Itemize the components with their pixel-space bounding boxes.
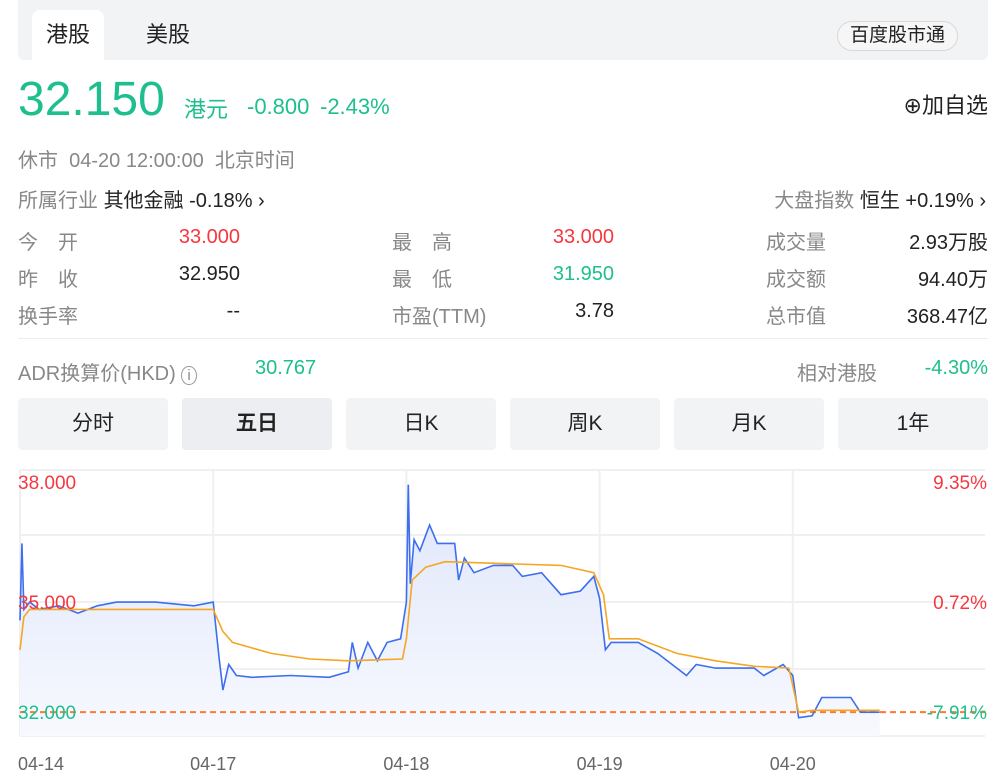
y-axis-label-right: 9.35% xyxy=(933,473,987,494)
x-axis-label: 04-19 xyxy=(577,754,623,774)
y-axis-label-left: 35.000 xyxy=(18,593,76,614)
period-button[interactable]: 分时 xyxy=(18,398,168,450)
price-change-pct: -2.43% xyxy=(320,94,390,120)
index-link[interactable]: 大盘指数 恒生 +0.19% › xyxy=(774,184,986,213)
tab-hk-stock[interactable]: 港股 xyxy=(32,10,104,60)
stat-label: 最 低 xyxy=(392,263,452,292)
relative-label: 相对港股 xyxy=(797,357,877,386)
five-day-chart[interactable]: 38.000 35.000 32.000 9.35% 0.72% -7.91% 04-14 0… xyxy=(0,460,1000,780)
current-price: 32.150 xyxy=(18,72,165,127)
period-button[interactable]: 月K xyxy=(674,398,824,450)
period-button[interactable]: 周K xyxy=(510,398,660,450)
industry-link[interactable]: 所属行业 其他金融 -0.18% › xyxy=(18,184,265,213)
price-change: -0.800 xyxy=(247,94,309,120)
period-button[interactable]: 五日 xyxy=(182,398,332,450)
stat-value: 33.000 xyxy=(553,226,614,249)
x-axis-label: 04-14 xyxy=(18,754,64,774)
info-icon: i xyxy=(181,366,196,385)
stat-value: 32.950 xyxy=(179,263,240,286)
y-axis-label-right: 0.72% xyxy=(933,593,987,614)
y-axis-label-right: -7.91% xyxy=(927,703,987,724)
stat-value: -- xyxy=(227,300,240,323)
stat-label: 市盈(TTM) xyxy=(392,300,486,329)
stat-value: 2.93万股 xyxy=(909,226,988,255)
stat-value: 368.47亿 xyxy=(907,300,988,329)
baidu-stock-button[interactable]: 百度股市通 xyxy=(837,21,958,51)
stat-label: 成交量 xyxy=(766,226,826,255)
price-area xyxy=(20,485,880,736)
stat-label: 成交额 xyxy=(766,263,826,292)
market-tabs: 港股 美股 百度股市通 xyxy=(18,0,988,60)
x-axis-label: 04-17 xyxy=(190,754,236,774)
plus-circle-icon: ⊕ xyxy=(904,93,922,118)
stat-value: 31.950 xyxy=(553,263,614,286)
y-axis-label-left: 38.000 xyxy=(18,473,76,494)
stat-label: 昨 收 xyxy=(18,263,78,292)
stat-label: 换手率 xyxy=(18,300,78,329)
stat-value: 33.000 xyxy=(179,226,240,249)
stat-value: 3.78 xyxy=(575,300,614,323)
stat-value: 94.40万 xyxy=(918,263,988,292)
stat-label: 最 高 xyxy=(392,226,452,255)
add-watchlist-button[interactable]: ⊕加自选 xyxy=(904,88,988,120)
period-button[interactable]: 1年 xyxy=(838,398,988,450)
y-axis-label-left: 32.000 xyxy=(18,703,76,724)
period-button[interactable]: 日K xyxy=(346,398,496,450)
divider xyxy=(18,338,988,339)
relative-value: -4.30% xyxy=(925,357,988,380)
x-axis-label: 04-20 xyxy=(770,754,816,774)
adr-value: 30.767 xyxy=(255,357,316,380)
adr-label: ADR换算价(HKD) i xyxy=(18,357,197,386)
tab-us-stock[interactable]: 美股 xyxy=(132,10,204,60)
add-watch-label: 加自选 xyxy=(922,93,988,118)
stat-label: 总市值 xyxy=(766,300,826,329)
market-status: 休市 04-20 12:00:00 北京时间 xyxy=(18,144,295,173)
currency: 港元 xyxy=(184,92,228,124)
x-axis-label: 04-18 xyxy=(383,754,429,774)
stat-label: 今 开 xyxy=(18,226,78,255)
